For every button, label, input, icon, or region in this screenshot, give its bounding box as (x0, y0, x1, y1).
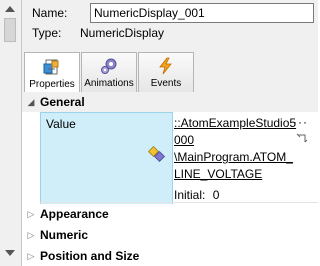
binding-path-line-3: \MainProgram.ATOM_ (174, 150, 293, 164)
tab-properties-label: Properties (29, 79, 75, 90)
binding-path-line-1: ::AtomExampleStudio5 (174, 116, 297, 130)
initial-value: 0 (212, 188, 220, 202)
category-numeric[interactable]: ▷ Numeric (22, 225, 318, 245)
category-numeric-label: Numeric (40, 228, 89, 242)
category-general[interactable]: ◢ General (22, 92, 318, 112)
binding-path-line-4: LINE_VOLTAGE (174, 167, 263, 181)
expand-triangle-icon[interactable]: ▷ (22, 251, 40, 262)
property-row-value[interactable]: Value ::AtomExampleStudio5 000 \MainProg… (40, 112, 318, 208)
binding-value-cell[interactable]: ::AtomExampleStudio5 000 \MainProgram.AT… (172, 112, 297, 204)
animations-icon (100, 57, 118, 75)
more-options-button[interactable]: ··· (293, 115, 308, 129)
tab-strip: Properties Animations Events (24, 52, 195, 93)
category-appearance[interactable]: ▷ Appearance (22, 204, 318, 224)
scroll-down-icon[interactable] (5, 250, 15, 256)
category-position-size[interactable]: ▷ Position and Size (22, 246, 318, 266)
scroll-up-icon[interactable] (5, 6, 15, 12)
name-label: Name: (32, 6, 68, 20)
scroll-thumb[interactable] (4, 18, 16, 42)
category-appearance-label: Appearance (40, 207, 109, 221)
binding-link-icon[interactable] (147, 145, 166, 163)
category-position-size-label: Position and Size (40, 249, 140, 263)
tab-properties[interactable]: Properties (24, 52, 80, 93)
type-label: Type: (32, 26, 62, 40)
row-divider (40, 202, 318, 203)
expand-triangle-icon[interactable]: ▷ (22, 230, 40, 241)
binding-path-line-2: 000 (174, 133, 195, 147)
events-icon (157, 57, 175, 75)
initial-label: Initial: (174, 188, 206, 202)
collapse-triangle-icon[interactable]: ◢ (22, 97, 40, 108)
tab-animations[interactable]: Animations (81, 52, 137, 92)
expand-triangle-icon[interactable]: ▷ (22, 209, 40, 220)
name-row: Name: (32, 3, 314, 23)
property-label: Value (46, 117, 76, 131)
tab-events-label: Events (150, 78, 182, 89)
category-general-label: General (40, 95, 85, 109)
type-value: NumericDisplay (80, 26, 165, 40)
reset-icon[interactable] (296, 132, 308, 144)
left-pane-scrollbar[interactable] (0, 0, 22, 266)
type-row: Type: NumericDisplay (32, 24, 164, 42)
tab-animations-label: Animations (84, 78, 134, 89)
name-input[interactable] (90, 3, 314, 23)
property-name-cell[interactable]: Value (40, 112, 173, 208)
properties-icon (43, 58, 61, 76)
properties-pane: Name: Type: NumericDisplay Properties (22, 0, 318, 266)
tab-events[interactable]: Events (138, 52, 194, 92)
